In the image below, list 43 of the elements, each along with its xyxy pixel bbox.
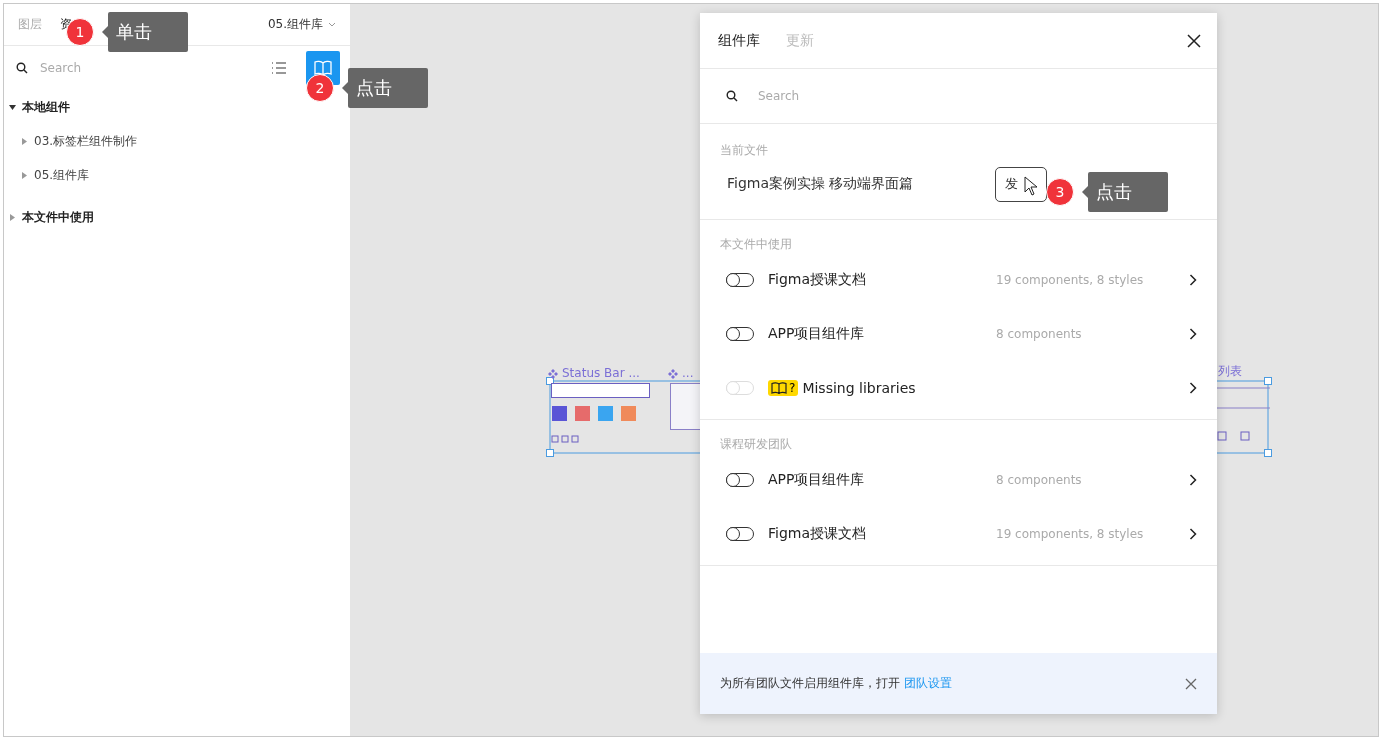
- banner-text: 为所有团队文件启用组件库，打开 团队设置: [720, 675, 952, 692]
- chevron-right-icon[interactable]: [1189, 274, 1197, 286]
- chevron-down-icon: [328, 22, 336, 27]
- component-icon: [668, 369, 678, 379]
- callout-label: 点击: [348, 68, 428, 108]
- chevron-right-icon[interactable]: [1189, 528, 1197, 540]
- library-name: Figma授课文档: [768, 271, 868, 289]
- dialog-tab[interactable]: 组件库: [718, 31, 760, 50]
- callout-pointer-icon: [342, 82, 348, 94]
- component-icon: [548, 369, 558, 379]
- library-info: 8 components: [996, 473, 1082, 487]
- library-name: APP项目组件库: [768, 471, 866, 489]
- section-heading: 课程研发团队: [719, 436, 793, 453]
- section-heading[interactable]: 本地组件: [22, 98, 70, 116]
- library-name: APP项目组件库: [768, 325, 866, 343]
- cursor-icon: [1024, 176, 1038, 196]
- callout-label: 单击: [108, 12, 188, 52]
- callout-pointer-icon: [102, 26, 108, 38]
- publish-button[interactable]: 发: [995, 166, 1047, 202]
- callout-label: 点击: [1088, 172, 1168, 212]
- disclosure-triangle-icon[interactable]: [9, 103, 16, 111]
- chevron-right-icon[interactable]: [1189, 382, 1197, 394]
- section-heading: 本文件中使用: [719, 236, 793, 253]
- section-heading[interactable]: 本文件中使用: [22, 208, 94, 226]
- section-heading: 当前文件: [719, 142, 769, 159]
- chevron-right-icon[interactable]: [1189, 474, 1197, 486]
- library-info: 8 components: [996, 327, 1082, 341]
- search-icon: [16, 62, 28, 74]
- chevron-right-icon[interactable]: [1189, 328, 1197, 340]
- page-dropdown[interactable]: 05.组件库: [267, 16, 336, 33]
- library-info: 19 components, 8 styles: [996, 273, 1144, 287]
- book-icon: [313, 60, 333, 76]
- component-group-item[interactable]: 05.组件库: [34, 166, 90, 184]
- close-icon[interactable]: [1187, 33, 1201, 48]
- library-name: Missing libraries: [802, 380, 917, 396]
- search-icon: [726, 90, 738, 102]
- file-name: Figma案例实操 移动端界面篇: [727, 175, 915, 193]
- callout-pointer-icon: [1082, 186, 1088, 198]
- library-name: Figma授课文档: [768, 525, 868, 543]
- library-info: 19 components, 8 styles: [996, 527, 1144, 541]
- missing-library-badge: ?: [768, 380, 799, 396]
- component-group-item[interactable]: 03.标签栏组件制作: [34, 132, 138, 150]
- list-icon: [271, 61, 287, 75]
